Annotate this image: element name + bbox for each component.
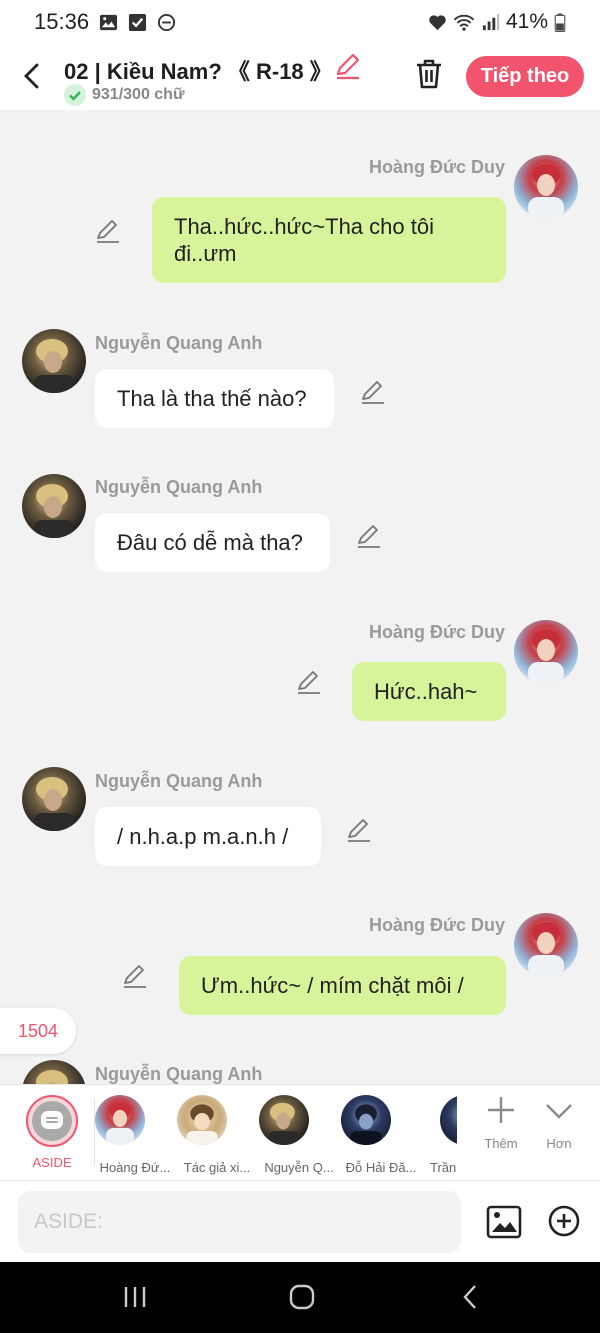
- status-time: 15:36: [34, 9, 90, 34]
- aside-selector[interactable]: [26, 1095, 78, 1147]
- character-name: Hoàng Đứ...: [99, 1160, 171, 1175]
- add-circle-icon[interactable]: [548, 1205, 580, 1237]
- recent-apps-icon[interactable]: [122, 1284, 148, 1310]
- message-counter[interactable]: 1504: [0, 1008, 76, 1054]
- edit-message-icon[interactable]: [346, 817, 372, 843]
- battery-percent: 41%: [505, 10, 548, 33]
- composer-bar: [0, 1180, 600, 1262]
- check-square-icon: [129, 13, 147, 31]
- more-label: Hơn: [546, 1136, 572, 1151]
- edit-message-icon[interactable]: [122, 963, 148, 989]
- message-bubble[interactable]: Đâu có dễ mà tha?: [95, 513, 330, 572]
- system-nav-bar: [0, 1262, 600, 1333]
- avatar-nguyen-quang-anh[interactable]: [22, 767, 86, 831]
- back-arrow-icon[interactable]: [16, 60, 48, 92]
- message-text: Hức..hah~: [374, 679, 478, 704]
- sender-name: Hoàng Đức Duy: [368, 915, 505, 935]
- image-icon: [100, 14, 118, 30]
- character-avatar: [440, 1095, 457, 1145]
- avatar-nguyen-quang-anh[interactable]: [22, 1060, 86, 1084]
- sender-name: Nguyễn Quang Anh: [95, 771, 263, 791]
- character-picker-bar: ASIDE Hoàng Đứ... Tác giả xi... Nguyễn Q…: [0, 1084, 600, 1180]
- edit-message-icon[interactable]: [360, 379, 386, 405]
- aside-label: ASIDE: [32, 1155, 72, 1170]
- status-bar: 15:36 41%: [0, 0, 600, 44]
- battery-icon: [554, 12, 566, 32]
- message-text: / n.h.a.p m.a.n.h /: [117, 824, 289, 849]
- message-text-line: đi..ưm: [174, 241, 237, 266]
- message-text: Đâu có dễ mà tha?: [117, 530, 303, 555]
- wifi-icon: [453, 14, 475, 31]
- avatar-hoang-duc-duy[interactable]: [514, 620, 578, 684]
- chapter-title: 02 | Kiều Nam? 《 R-18 》: [64, 59, 332, 84]
- trash-icon[interactable]: [414, 58, 444, 90]
- character-name: Nguyễn Q...: [264, 1160, 334, 1175]
- next-button[interactable]: Tiếp theo: [466, 56, 584, 97]
- home-icon[interactable]: [289, 1284, 315, 1310]
- sender-name: Hoàng Đức Duy: [368, 622, 505, 642]
- add-label: Thêm: [484, 1136, 518, 1151]
- edit-message-icon[interactable]: [296, 669, 322, 695]
- avatar-hoang-duc-duy[interactable]: [514, 155, 578, 219]
- message-text-line: Tha..hức..hức~Tha cho tôi: [174, 214, 434, 239]
- back-nav-icon[interactable]: [458, 1284, 484, 1310]
- message-bubble[interactable]: Tha..hức..hức~Tha cho tôi đi..ưm: [152, 197, 506, 283]
- edit-message-icon[interactable]: [356, 523, 382, 549]
- avatar-nguyen-quang-anh[interactable]: [22, 329, 86, 393]
- character-item[interactable]: Tác giả xi...: [177, 1095, 257, 1175]
- character-name: Đỗ Hải Đă...: [345, 1160, 417, 1175]
- sender-name: Hoàng Đức Duy: [368, 157, 505, 177]
- character-item[interactable]: Hoàng Đứ...: [95, 1095, 175, 1175]
- aside-input[interactable]: [18, 1191, 461, 1253]
- chevron-down-icon: [546, 1104, 572, 1119]
- word-count-text: 931/300 chữ: [92, 86, 185, 103]
- insert-image-icon[interactable]: [486, 1205, 522, 1239]
- message-bubble[interactable]: Ưm..hức~ / mím chặt môi /: [179, 956, 506, 1015]
- chat-area: Hoàng Đức Duy Tha..hức..hức~Tha cho tôi …: [0, 110, 600, 1084]
- signal-icon: [482, 13, 500, 30]
- plus-icon: [488, 1097, 514, 1123]
- character-avatar: [177, 1095, 227, 1145]
- character-avatar: [95, 1095, 145, 1145]
- check-circle-icon: [64, 84, 86, 106]
- message-bubble[interactable]: Hức..hah~: [352, 662, 506, 721]
- character-avatar: [341, 1095, 391, 1145]
- avatar-hoang-duc-duy[interactable]: [514, 913, 578, 977]
- character-item[interactable]: Đỗ Hải Đă...: [341, 1095, 421, 1175]
- message-text: Tha là tha thế nào?: [117, 386, 307, 411]
- character-item[interactable]: Trần: [423, 1095, 457, 1175]
- avatar-nguyen-quang-anh[interactable]: [22, 474, 86, 538]
- heart-icon: [429, 14, 446, 30]
- edit-message-icon[interactable]: [95, 218, 121, 244]
- character-name: Tác giả xi...: [183, 1160, 251, 1175]
- character-name: Trần: [430, 1160, 457, 1175]
- character-item[interactable]: Nguyễn Q...: [259, 1095, 339, 1175]
- message-text: Ưm..hức~ / mím chặt môi /: [201, 973, 464, 998]
- chat-bubble-icon: [41, 1111, 63, 1129]
- edit-title-icon[interactable]: [334, 52, 362, 80]
- message-bubble[interactable]: Tha là tha thế nào?: [95, 369, 334, 428]
- word-count: 931/300 chữ: [64, 84, 185, 106]
- message-bubble[interactable]: / n.h.a.p m.a.n.h /: [95, 807, 321, 866]
- top-app-bar: 02 | Kiều Nam? 《 R-18 》 931/300 chữ Tiếp…: [0, 44, 600, 110]
- character-avatar: [259, 1095, 309, 1145]
- sender-name: Nguyễn Quang Anh: [95, 1064, 263, 1084]
- sender-name: Nguyễn Quang Anh: [95, 333, 263, 353]
- sender-name: Nguyễn Quang Anh: [95, 477, 263, 497]
- more-button[interactable]: Hơn: [534, 1095, 584, 1151]
- add-character-button[interactable]: Thêm: [476, 1095, 526, 1151]
- dnd-icon: [158, 13, 176, 31]
